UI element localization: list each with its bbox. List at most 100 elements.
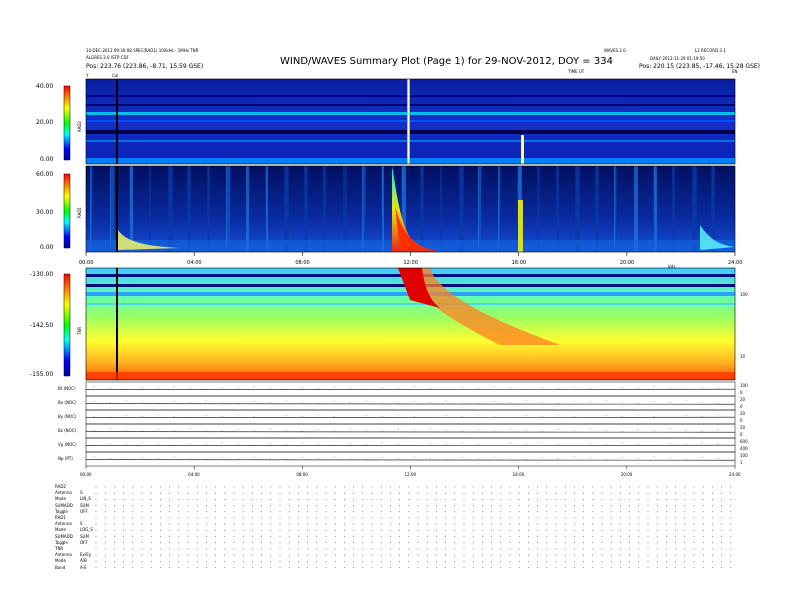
status-dot [426, 542, 428, 544]
status-dot [629, 523, 630, 525]
status-dot [123, 530, 124, 531]
status-dot [224, 542, 226, 544]
status-dot [666, 499, 667, 500]
status-dot [647, 505, 649, 506]
rad1-burst-streak [343, 166, 347, 252]
strip-point [589, 443, 591, 444]
status-dot [114, 567, 115, 568]
status-dot [169, 486, 171, 488]
status-dot [298, 499, 299, 500]
rad1-burst-streak [266, 166, 268, 252]
status-dot [233, 536, 235, 537]
strip-point [365, 415, 367, 416]
status-dot [620, 499, 621, 500]
status-dot [123, 511, 124, 513]
time-tick-label-bottom: 08:00 [296, 472, 308, 477]
rad2-tick-bottom: 0.00 [40, 156, 54, 163]
status-dot [693, 499, 695, 500]
status-dot [417, 517, 419, 519]
strip-point [477, 429, 479, 430]
status-dot [417, 523, 419, 525]
status-dot [610, 567, 612, 568]
status-dot [693, 511, 695, 513]
strip-right-tick: 0 [740, 432, 743, 437]
status-dot [537, 530, 538, 531]
status-dot [518, 554, 520, 556]
status-dot [472, 548, 474, 550]
status-dot [325, 554, 327, 556]
status-dot [95, 567, 97, 568]
strip-point [557, 402, 559, 404]
time-tick-label-main: 16:00 [512, 260, 526, 266]
strip-point [317, 402, 319, 404]
status-dot [132, 536, 134, 537]
status-dot [601, 530, 603, 531]
status-dot [702, 536, 704, 537]
status-dot [206, 511, 207, 513]
status-dot [528, 517, 529, 519]
status-dot [298, 505, 299, 506]
strip-point [285, 388, 287, 390]
strip-frame [85, 423, 736, 439]
status-dot [371, 523, 373, 525]
strip-point [621, 457, 623, 458]
status-dot [583, 542, 584, 544]
status-dot [620, 511, 621, 513]
status-dot [344, 492, 345, 494]
status-dot [132, 511, 134, 513]
status-dot [564, 499, 566, 500]
status-dot [334, 561, 336, 562]
strip-point [397, 388, 399, 390]
status-dot [344, 554, 345, 556]
status-dot [261, 511, 262, 513]
strip-point [429, 387, 431, 389]
status-dot [712, 548, 713, 550]
status-dot [482, 542, 483, 544]
status-dot [666, 542, 667, 544]
strip-point [301, 416, 303, 418]
strip-point [525, 458, 527, 460]
status-dot [528, 486, 529, 488]
strip-point [525, 444, 527, 446]
status-dot [252, 523, 253, 525]
status-dot [555, 505, 557, 506]
status-dot [307, 530, 308, 531]
status-dot [702, 517, 704, 519]
strip-point [717, 414, 719, 416]
status-dot [638, 505, 640, 506]
status-dot [252, 492, 253, 494]
status-dot [114, 542, 115, 544]
status-dot [252, 554, 253, 556]
strip-right-tick: 0 [740, 390, 743, 395]
time-tick-label-bottom: 04:00 [188, 472, 200, 477]
status-dot [362, 554, 364, 556]
status-dot [712, 567, 713, 568]
status-dot [196, 567, 198, 568]
status-dot [509, 536, 511, 537]
status-dot [629, 486, 630, 488]
status-dot [380, 492, 382, 494]
strip-point [269, 416, 271, 418]
status-dot [463, 530, 465, 531]
strip-point [253, 444, 255, 446]
status-dot [123, 523, 124, 525]
strip-point [717, 429, 719, 430]
status-dot [509, 523, 511, 525]
status-dot [206, 499, 207, 500]
status-dot [721, 561, 722, 562]
status-dot [417, 511, 419, 513]
status-dot [104, 523, 106, 525]
status-dot [472, 542, 474, 544]
status-dot [242, 517, 244, 519]
strip-point [493, 386, 495, 388]
time-tick-label-bottom: 24:00 [729, 472, 741, 477]
status-dot [160, 505, 161, 506]
status-row-name: RAD2 [55, 484, 66, 489]
strip-point [205, 458, 207, 460]
rad1-spectrogram [85, 165, 736, 253]
status-dot [344, 567, 345, 568]
status-dot [104, 542, 106, 544]
strip-point [509, 387, 511, 389]
strip-trace [85, 416, 736, 419]
status-dot [656, 523, 658, 525]
